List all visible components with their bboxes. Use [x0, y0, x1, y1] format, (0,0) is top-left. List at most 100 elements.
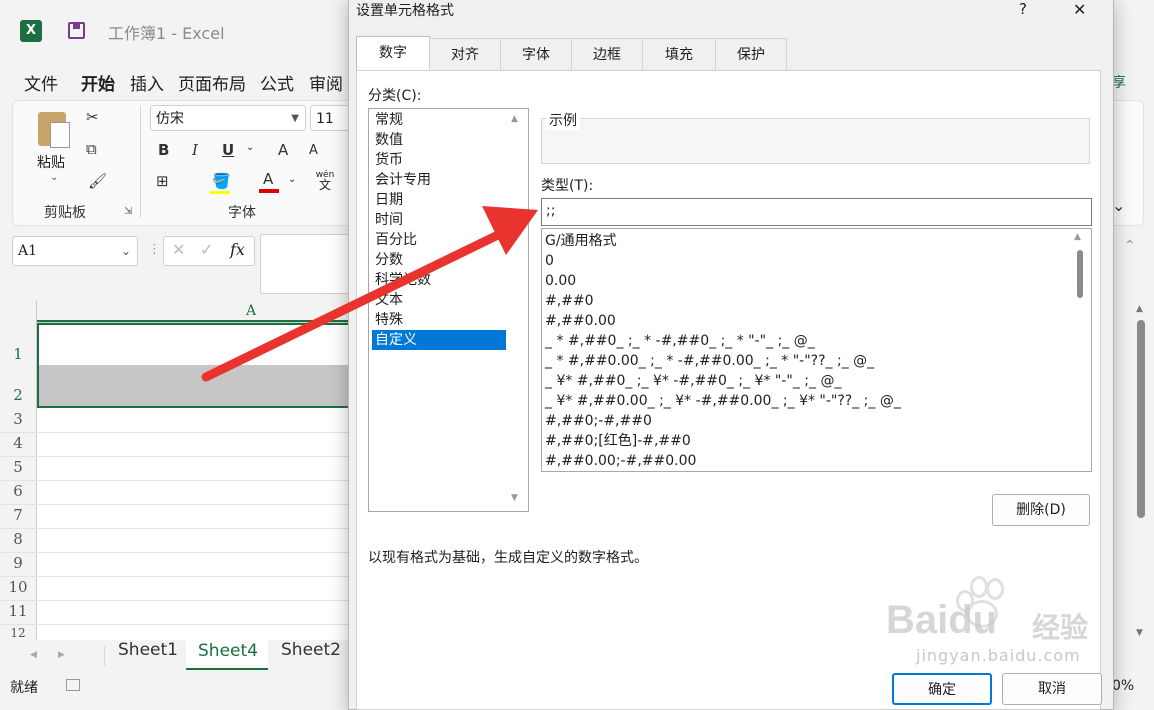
shrink-font-button[interactable]: A	[309, 143, 318, 158]
fill-color-icon[interactable]: 🪣	[212, 172, 231, 190]
format-painter-icon[interactable]: 🖌	[88, 172, 107, 190]
format-item[interactable]: #,##0;[红色]-#,##0	[545, 431, 691, 451]
category-item[interactable]: 特殊	[372, 310, 506, 330]
row-header-9[interactable]: 9	[0, 554, 36, 572]
zoom-level[interactable]: 0%	[1112, 678, 1134, 694]
format-item[interactable]: _ * #,##0_ ;_ * -#,##0_ ;_ * "-"_ ;_ @_	[545, 331, 815, 351]
menu-formulas[interactable]: 公式	[260, 70, 294, 95]
expand-formula-icon[interactable]: ⌃	[1124, 238, 1136, 254]
format-item[interactable]: G/通用格式	[545, 231, 617, 251]
clipboard-launcher-icon[interactable]: ⇲	[124, 206, 132, 217]
format-item[interactable]: _ * #,##0.00_ ;_ * -#,##0.00_ ;_ * "-"??…	[545, 351, 874, 371]
copy-icon[interactable]: ⧉	[86, 140, 97, 158]
category-item[interactable]: 科学记数	[372, 270, 506, 290]
category-item[interactable]: 日期	[372, 190, 506, 210]
tab-alignment[interactable]: 对齐	[429, 38, 501, 70]
column-header-a[interactable]: A	[246, 303, 256, 319]
cancel-entry-icon[interactable]: ✕	[172, 240, 185, 259]
row-header-12[interactable]: 12	[0, 626, 36, 640]
category-scroll-up-icon[interactable]: ▲	[511, 114, 518, 124]
row-header-6[interactable]: 6	[0, 482, 36, 500]
underline-button[interactable]: U	[222, 141, 234, 159]
category-item[interactable]: 时间	[372, 210, 506, 230]
row-header-10[interactable]: 10	[0, 578, 36, 596]
borders-icon[interactable]: ⊞	[156, 172, 169, 190]
format-item[interactable]: _ ¥* #,##0.00_ ;_ ¥* -#,##0.00_ ;_ ¥* "-…	[545, 391, 901, 411]
selected-cell-a2[interactable]	[37, 365, 360, 408]
italic-button[interactable]: I	[192, 141, 198, 159]
insert-function-icon[interactable]: fx	[230, 240, 245, 259]
paste-icon[interactable]	[38, 112, 70, 148]
cut-icon[interactable]: ✂	[86, 108, 99, 126]
row-header-7[interactable]: 7	[0, 506, 36, 524]
formula-input[interactable]	[260, 234, 362, 294]
underline-dropdown-icon[interactable]: ⌄	[246, 142, 254, 153]
format-item[interactable]: #,##0.00	[545, 311, 616, 331]
row-header-3[interactable]: 3	[0, 410, 36, 428]
row-header-1[interactable]: 1	[0, 345, 36, 363]
row-header-4[interactable]: 4	[0, 434, 36, 452]
share-button[interactable]: 享	[1112, 72, 1126, 92]
category-item-selected[interactable]: 自定义	[372, 330, 506, 350]
phonetic-icon[interactable]: wén 文	[314, 170, 336, 191]
paste-dropdown-icon[interactable]: ⌄	[50, 172, 58, 183]
format-scroll-up-icon[interactable]: ▲	[1074, 232, 1081, 242]
scroll-down-icon[interactable]: ▼	[1136, 628, 1143, 638]
format-scrollbar-thumb[interactable]	[1077, 250, 1083, 298]
category-scroll-down-icon[interactable]: ▼	[511, 493, 518, 503]
category-item[interactable]: 常规	[372, 110, 506, 130]
sheet-tab-sheet1[interactable]: Sheet1	[118, 640, 178, 660]
menu-file[interactable]: 文件	[24, 70, 58, 95]
format-item[interactable]: 0.00	[545, 271, 576, 291]
tab-border[interactable]: 边框	[571, 38, 643, 70]
sheet-tab-sheet2[interactable]: Sheet2	[281, 640, 341, 660]
category-item[interactable]: 分数	[372, 250, 506, 270]
close-icon[interactable]: ✕	[1073, 0, 1086, 19]
tab-protection[interactable]: 保护	[715, 38, 787, 70]
menu-insert[interactable]: 插入	[130, 70, 164, 95]
tab-font[interactable]: 字体	[500, 38, 572, 70]
category-item[interactable]: 会计专用	[372, 170, 506, 190]
type-input[interactable]: ;;	[541, 198, 1092, 226]
select-all-corner[interactable]	[0, 300, 37, 322]
vertical-scrollbar[interactable]: ▲ ▼	[1132, 300, 1150, 640]
format-item[interactable]: 0	[545, 251, 554, 271]
menu-home[interactable]: 开始	[81, 70, 115, 95]
selected-cell-a1[interactable]	[37, 323, 360, 365]
row-header-8[interactable]: 8	[0, 530, 36, 548]
category-item[interactable]: 文本	[372, 290, 506, 310]
category-item[interactable]: 数值	[372, 130, 506, 150]
font-color-button[interactable]: A	[263, 170, 273, 188]
ribbon-collapse-icon[interactable]: ⌄	[1112, 196, 1125, 215]
category-item[interactable]: 百分比	[372, 230, 506, 250]
bold-button[interactable]: B	[158, 141, 169, 159]
macro-record-icon[interactable]	[66, 679, 80, 691]
tab-number[interactable]: 数字	[356, 36, 430, 71]
grow-font-button[interactable]: A	[278, 141, 288, 159]
font-name-select[interactable]: 仿宋 ▼	[150, 105, 306, 131]
scroll-up-icon[interactable]: ▲	[1136, 304, 1143, 314]
delete-button[interactable]: 删除(D)	[992, 494, 1090, 526]
scroll-right-icon[interactable]: ▶	[58, 650, 65, 660]
cancel-button[interactable]: 取消	[1002, 673, 1102, 705]
ok-button[interactable]: 确定	[892, 673, 992, 705]
row-header-5[interactable]: 5	[0, 458, 36, 476]
help-button[interactable]: ?	[1019, 0, 1027, 18]
tab-fill[interactable]: 填充	[642, 38, 716, 70]
row-header-11[interactable]: 11	[0, 602, 36, 620]
row-header-2[interactable]: 2	[0, 386, 36, 404]
active-sheet-tab[interactable]: Sheet4	[186, 638, 268, 670]
save-icon[interactable]	[68, 22, 85, 39]
format-item[interactable]: _ ¥* #,##0_ ;_ ¥* -#,##0_ ;_ ¥* "-"_ ;_ …	[545, 371, 841, 391]
name-box[interactable]: A1 ⌄	[12, 236, 138, 266]
format-item[interactable]: #,##0;-#,##0	[545, 411, 652, 431]
scroll-left-icon[interactable]: ◀	[30, 650, 37, 660]
format-item[interactable]: #,##0.00;-#,##0.00	[545, 451, 696, 471]
paste-button-label[interactable]: 粘贴	[37, 152, 65, 172]
format-item[interactable]: #,##0	[545, 291, 594, 311]
font-color-dropdown-icon[interactable]: ⌄	[288, 174, 296, 185]
confirm-entry-icon[interactable]: ✓	[200, 240, 213, 259]
menu-page-layout[interactable]: 页面布局	[178, 70, 246, 95]
font-size-select[interactable]: 11	[310, 105, 350, 131]
category-item[interactable]: 货币	[372, 150, 506, 170]
